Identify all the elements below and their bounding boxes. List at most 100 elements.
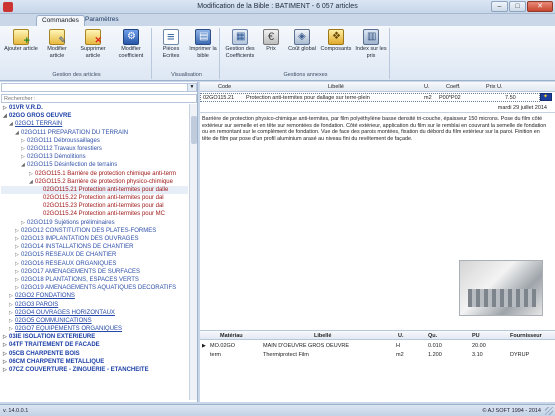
- tree-item[interactable]: ▷ 02GO12 CONSTITUTION DES PLATES-FORMES: [1, 227, 188, 235]
- tree-item-label: 02GO19 AMENAGEMENTS AQUATIQUES DECORATIF…: [21, 285, 177, 292]
- version-label: v. 14.0.0.1: [3, 408, 29, 414]
- tree-item[interactable]: ▷ 01VR V.R.D.: [1, 104, 188, 112]
- tree-item-label: 02GO111 PREPARATION DU TERRAIN: [21, 129, 129, 136]
- article-description[interactable]: Barrière de protection physico-chimique …: [202, 116, 547, 172]
- tree-item[interactable]: 02GO115.24 Protection anti-termites pour…: [1, 210, 188, 218]
- tree-item[interactable]: ▷ 02GO115.1 Barrière de protection chimiq…: [1, 170, 188, 178]
- cout-global-button[interactable]: Coût global: [288, 28, 316, 68]
- tree-item[interactable]: ▷ 02GO14 INSTALLATIONS DE CHANTIER: [1, 243, 188, 251]
- tab-parametres[interactable]: Paramètres: [80, 15, 124, 26]
- tree-item-label: 02GO7 EQUIPEMENTS ORGANIQUES: [15, 326, 123, 333]
- component-pu: 3.10: [472, 352, 483, 358]
- tree-item-label: 02GO15 RESEAUX DE CHANTIER: [21, 252, 117, 259]
- modify-coefficient-button[interactable]: Modifier coefficient: [112, 28, 150, 68]
- tree-item[interactable]: ▷ 02GO111 Débroussaillages: [1, 137, 188, 145]
- tree-item-label: 02GO14 INSTALLATIONS DE CHANTIER: [21, 244, 134, 251]
- search-input[interactable]: [2, 95, 196, 102]
- delete-article-button[interactable]: Supprimer article: [76, 28, 110, 68]
- tree-item[interactable]: ◢ 02GO115.2 Barrière de protection physic…: [1, 178, 188, 186]
- maximize-icon[interactable]: □: [509, 1, 526, 12]
- tree-item[interactable]: ▷ 02GO7 EQUIPEMENTS ORGANIQUES: [1, 325, 188, 333]
- modify-article-button[interactable]: Modifier article: [40, 28, 74, 68]
- col-coeff: Coeff.: [446, 84, 461, 90]
- tree-item-label: 02GO3 PAROIS: [15, 301, 59, 308]
- tree-item[interactable]: ▷ 02GO112 Travaux forestiers: [1, 145, 188, 153]
- col-comp-fournisseur: Fournisseur: [510, 333, 542, 339]
- tree-item[interactable]: ▷ 02GO16 RESEAUX ORGANIQUES: [1, 260, 188, 268]
- article-tree: ▷ 01VR V.R.D. ◢ 02GO GROS OEUVRE ◢ 02GO1 TERR…: [1, 104, 188, 400]
- tree-item[interactable]: ◢ 02GO1 TERRAIN: [1, 120, 188, 128]
- component-qte: 1.200: [428, 352, 442, 358]
- prix-button[interactable]: Prix: [258, 28, 284, 68]
- minimize-icon[interactable]: –: [491, 1, 508, 12]
- tree-item[interactable]: ▷ 02GO17 AMENAGEMENTS DE SURFACES: [1, 268, 188, 276]
- add-article-icon: [13, 29, 30, 47]
- tree-item[interactable]: ▷ 02GO5 COMMUNICATIONS: [1, 317, 188, 325]
- row-pointer-icon: ▶: [202, 343, 206, 349]
- tab-commandes[interactable]: Commandes: [36, 15, 85, 26]
- add-article-button[interactable]: Ajouter article: [4, 28, 38, 68]
- status-bar: v. 14.0.0.1 © AJ SOFT 1994 - 2014: [0, 404, 555, 416]
- tree-item-label: 02GO115 Désinfection de terrains: [27, 162, 118, 169]
- tree-item-label: 05CB CHARPENTE BOIS: [9, 350, 80, 357]
- tree-item[interactable]: ▷ 02GO18 PLANTATIONS, ESPACES VERTS: [1, 276, 188, 284]
- col-code: Code: [218, 84, 232, 90]
- component-materiau: term: [210, 352, 221, 358]
- resize-grip-icon[interactable]: [545, 407, 553, 415]
- tree-item[interactable]: ▷ 03IE ISOLATION EXTERIEURE: [1, 333, 188, 341]
- tree-item[interactable]: 02GO115.22 Protection anti-termites pour…: [1, 194, 188, 202]
- scrollbar-thumb[interactable]: [191, 116, 197, 144]
- print-bible-button[interactable]: Imprimer la bible: [186, 28, 220, 68]
- euro-flag-icon: [540, 93, 552, 101]
- coefficients-button[interactable]: Gestion des Coefficients: [222, 28, 258, 68]
- col-comp-unite: U.: [398, 333, 404, 339]
- tree-item[interactable]: ◢ 02GO111 PREPARATION DU TERRAIN: [1, 129, 188, 137]
- tree-item[interactable]: ▷ 02GO119 Sujétions préliminaires: [1, 219, 188, 227]
- tree-item[interactable]: ▷ 02GO19 AMENAGEMENTS AQUATIQUES DECORATI…: [1, 284, 188, 292]
- tree-item-label: 02GO119 Sujétions préliminaires: [27, 219, 115, 226]
- component-row[interactable]: term Thermiprotect Film m2 1.200 3.10 DY…: [200, 351, 555, 360]
- edit-article-icon: [49, 29, 66, 46]
- article-libelle: Protection anti-termites pour dallage su…: [246, 95, 370, 101]
- tree-item[interactable]: ▷ 02GO15 RESEAUX DE CHANTIER: [1, 251, 188, 259]
- tree-item[interactable]: ◢ 02GO GROS OEUVRE: [1, 112, 188, 120]
- group-label-articles: Gestion des articles: [52, 72, 101, 78]
- ribbon: Ajouter article Modifier article Supprim…: [0, 26, 555, 81]
- col-materiau: Matériau: [220, 333, 243, 339]
- tree-item[interactable]: ▷ 06CM CHARPENTE METALLIQUE: [1, 358, 188, 366]
- tree-item[interactable]: ▷ 02GO3 PAROIS: [1, 301, 188, 309]
- search-box: [1, 94, 197, 103]
- component-qte: 0.010: [428, 343, 442, 349]
- col-comp-libelle: Libellé: [314, 333, 332, 339]
- article-photo: [459, 260, 543, 316]
- component-row[interactable]: ▶ MO.02GO MAIN D'OEUVRE GROS OEUVRE H 0.…: [200, 342, 555, 351]
- tree-item[interactable]: ▷ 02GO113 Démolitions: [1, 153, 188, 161]
- tree-item[interactable]: 02GO115.21 Protection anti-termites pour…: [1, 185, 188, 195]
- tree-item[interactable]: 02GO115.23 Protection anti-termites pour…: [1, 202, 188, 210]
- tree-scrollbar[interactable]: [189, 104, 197, 400]
- article-detail-pane: Code Libellé U. Coeff. Prix U. 02GO115.2…: [200, 82, 555, 402]
- chevron-down-icon[interactable]: ▼: [187, 84, 196, 91]
- index-prix-button[interactable]: Index sur les prix: [354, 28, 388, 68]
- pieces-ecrites-button[interactable]: Pièces Ecrites: [154, 28, 188, 68]
- ribbon-tabs: Commandes Paramètres: [0, 14, 555, 26]
- close-icon[interactable]: ✕: [527, 1, 553, 12]
- tree-item[interactable]: ▷ 04TF TRAITEMENT DE FACADE: [1, 341, 188, 349]
- col-prix: Prix U.: [486, 84, 503, 90]
- price-icon: [263, 29, 279, 45]
- tree-item-label: 02GO115.21 Protection anti-termites pour…: [43, 186, 169, 193]
- tree-item[interactable]: ▷ 05CB CHARPENTE BOIS: [1, 350, 188, 358]
- article-coeff: P00*P02: [439, 95, 461, 101]
- tree-item[interactable]: ▷ 02GO2 FONDATIONS: [1, 292, 188, 300]
- composants-button[interactable]: Composants: [318, 28, 354, 68]
- tree-item[interactable]: ▷ 07CZ COUVERTURE - ZINGUERIE - ETANCHEIT…: [1, 366, 188, 374]
- article-row[interactable]: 02GO115.21 Protection anti-termites pour…: [200, 93, 540, 102]
- tree-item[interactable]: ◢ 02GO115 Désinfection de terrains: [1, 161, 188, 169]
- tree-item-label: 04TF TRAITEMENT DE FACADE: [9, 342, 100, 349]
- component-unite: H: [396, 343, 400, 349]
- filter-dropdown[interactable]: ▼: [1, 83, 197, 92]
- components-grid-header: Matériau Libellé U. Qu. PU Fournisseur: [200, 330, 555, 340]
- group-visualisation: Pièces Ecrites Imprimer la bible Visuali…: [154, 28, 220, 79]
- tree-item[interactable]: ▷ 02GO13 IMPLANTATION DES OUVRAGES: [1, 235, 188, 243]
- tree-item[interactable]: ▷ 02GO4 OUVRAGES HORIZONTAUX: [1, 309, 188, 317]
